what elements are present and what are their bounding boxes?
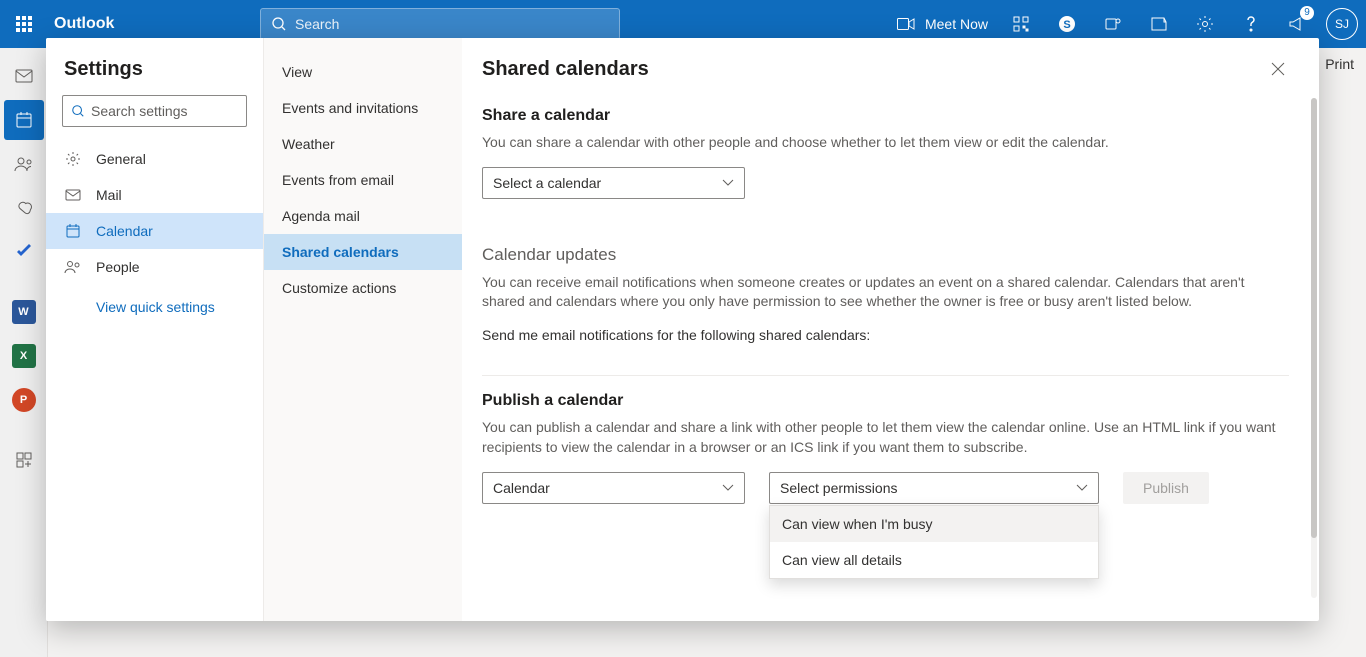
settings-nav: Settings Search settings General Mail Ca… <box>46 38 264 621</box>
nav-mail[interactable]: Mail <box>46 177 263 213</box>
app-launcher-button[interactable] <box>0 0 48 48</box>
option-can-view-busy[interactable]: Can view when I'm busy <box>770 506 1098 542</box>
settings-search[interactable]: Search settings <box>62 95 247 127</box>
rail-word[interactable]: W <box>4 292 44 332</box>
notif-badge: 9 <box>1300 6 1314 20</box>
settings-subnav: View Events and invitations Weather Even… <box>264 38 462 621</box>
nav-people[interactable]: People <box>46 249 263 285</box>
subnav-events[interactable]: Events and invitations <box>264 90 462 126</box>
svg-text:S: S <box>1063 19 1070 31</box>
search-icon <box>71 104 85 118</box>
global-search-input[interactable] <box>295 16 609 32</box>
subnav-events-email[interactable]: Events from email <box>264 162 462 198</box>
publish-calendar-value: Calendar <box>493 480 550 496</box>
nav-people-label: People <box>96 259 140 275</box>
subnav-customize[interactable]: Customize actions <box>264 270 462 306</box>
rail-more-apps[interactable] <box>4 440 44 480</box>
view-quick-settings-link[interactable]: View quick settings <box>78 285 263 329</box>
chevron-down-icon <box>1076 484 1088 492</box>
close-button[interactable] <box>1267 58 1289 80</box>
app-name-label: Outlook <box>54 15 114 33</box>
rail-calendar[interactable] <box>4 100 44 140</box>
nav-general-label: General <box>96 151 146 167</box>
rail-todo[interactable] <box>4 232 44 272</box>
settings-panel: Shared calendars Share a calendar You ca… <box>462 38 1319 621</box>
rail-mail[interactable] <box>4 56 44 96</box>
panel-title: Shared calendars <box>482 58 649 81</box>
publish-calendar-select[interactable]: Calendar <box>482 472 745 504</box>
subnav-shared[interactable]: Shared calendars <box>264 234 462 270</box>
share-heading: Share a calendar <box>482 107 1289 125</box>
subnav-agenda[interactable]: Agenda mail <box>264 198 462 234</box>
global-search[interactable] <box>260 8 620 40</box>
subnav-weather[interactable]: Weather <box>264 126 462 162</box>
share-desc: You can share a calendar with other peop… <box>482 133 1289 153</box>
settings-search-placeholder: Search settings <box>91 103 188 119</box>
rail-people[interactable] <box>4 144 44 184</box>
word-icon: W <box>12 300 36 324</box>
publish-heading: Publish a calendar <box>482 392 1289 410</box>
updates-heading: Calendar updates <box>482 245 1289 265</box>
people-icon <box>64 260 82 274</box>
rail-powerpoint[interactable]: P <box>4 380 44 420</box>
share-select-value: Select a calendar <box>493 175 601 191</box>
video-icon <box>897 17 915 31</box>
nav-calendar-label: Calendar <box>96 223 153 239</box>
close-icon <box>1271 62 1285 76</box>
settings-modal: Settings Search settings General Mail Ca… <box>46 38 1319 621</box>
left-rail: W X P <box>0 48 48 657</box>
share-calendar-select[interactable]: Select a calendar <box>482 167 745 199</box>
powerpoint-icon: P <box>12 388 36 412</box>
rail-excel[interactable]: X <box>4 336 44 376</box>
user-avatar[interactable]: SJ <box>1326 8 1358 40</box>
publish-permissions-select[interactable]: Select permissions <box>769 472 1099 504</box>
print-button[interactable]: Print <box>1325 56 1354 72</box>
chevron-down-icon <box>722 484 734 492</box>
permissions-placeholder: Select permissions <box>780 480 898 496</box>
option-can-view-all[interactable]: Can view all details <box>770 542 1098 578</box>
mail-icon <box>64 189 82 201</box>
nav-mail-label: Mail <box>96 187 122 203</box>
waffle-icon <box>16 16 32 32</box>
avatar-initials: SJ <box>1335 17 1349 31</box>
subnav-view[interactable]: View <box>264 54 462 90</box>
permissions-dropdown: Can view when I'm busy Can view all deta… <box>769 505 1099 579</box>
settings-title: Settings <box>46 58 263 95</box>
rail-files[interactable] <box>4 188 44 228</box>
publish-desc: You can publish a calendar and share a l… <box>482 418 1289 457</box>
gear-icon <box>64 151 82 167</box>
nav-calendar[interactable]: Calendar <box>46 213 263 249</box>
calendar-icon <box>64 223 82 239</box>
chevron-down-icon <box>722 179 734 187</box>
updates-instruction: Send me email notifications for the foll… <box>482 326 1289 346</box>
excel-icon: X <box>12 344 36 368</box>
meet-now-label: Meet Now <box>925 16 988 32</box>
updates-desc: You can receive email notifications when… <box>482 273 1289 312</box>
section-divider <box>482 375 1289 376</box>
publish-button[interactable]: Publish <box>1123 472 1209 504</box>
nav-general[interactable]: General <box>46 141 263 177</box>
search-icon <box>271 16 287 32</box>
